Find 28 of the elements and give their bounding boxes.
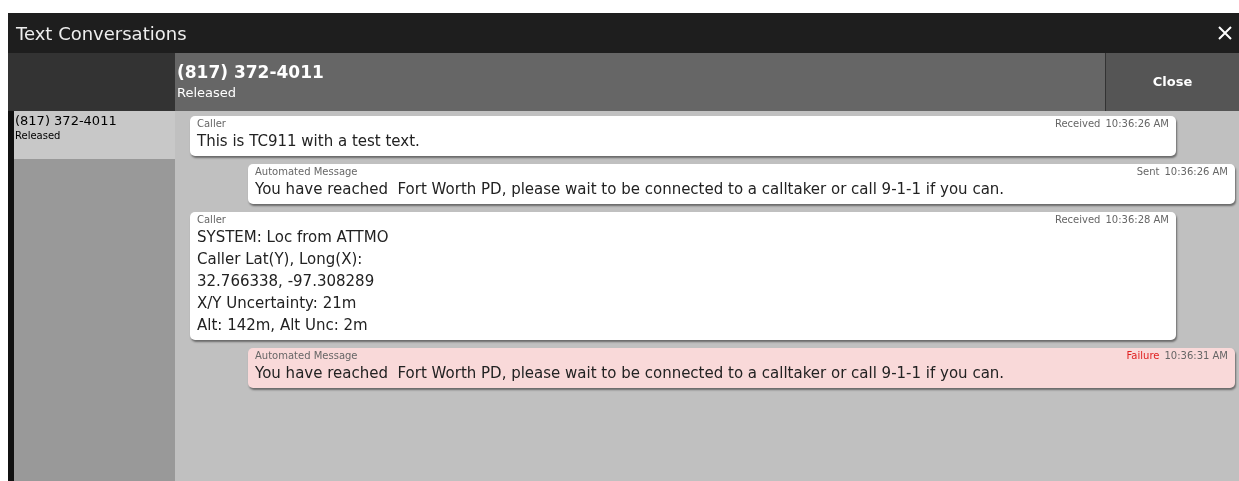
- status-label: Sent: [1136, 165, 1160, 179]
- sender-label: Caller: [197, 213, 226, 227]
- status-label: Received: [1054, 213, 1101, 227]
- close-button[interactable]: Close: [1105, 53, 1239, 111]
- sender-label: Automated Message: [255, 349, 358, 363]
- timestamp: 10:36:31 AM: [1164, 349, 1228, 363]
- sender-label: Caller: [197, 117, 226, 131]
- call-status: Released: [15, 129, 62, 142]
- message-text: Caller Lat(Y), Long(X):: [197, 249, 364, 270]
- timestamp: 10:36:26 AM: [1105, 117, 1169, 131]
- close-icon[interactable]: [1217, 25, 1233, 41]
- message-text: SYSTEM: Loc from ATTMO: [197, 227, 390, 248]
- message-text: X/Y Uncertainty: 21m: [197, 293, 358, 314]
- status-label: Received: [1054, 117, 1101, 131]
- phone-number: (817) 372-4011: [15, 113, 118, 129]
- conversation-item[interactable]: (817) 372-4011 Released: [14, 111, 175, 159]
- message-text: Alt: 142m, Alt Unc: 2m: [197, 315, 369, 336]
- status-label: Failure: [1126, 349, 1160, 363]
- message-text: This is TC911 with a test text.: [197, 131, 421, 152]
- sender-label: Automated Message: [255, 165, 358, 179]
- timestamp: 10:36:26 AM: [1164, 165, 1228, 179]
- message-text: You have reached Fort Worth PD, please wait to be connected to a calltaker or call 9-1-1 if you can.: [255, 179, 1006, 200]
- timestamp: 10:36:28 AM: [1105, 213, 1169, 227]
- message-text: 32.766338, -97.308289: [197, 271, 376, 292]
- phone-number: (817) 372-4011: [177, 61, 325, 83]
- window-title: Text Conversations: [16, 21, 187, 46]
- message-text: You have reached Fort Worth PD, please wait to be connected to a calltaker or call 9-1-1 if you can.: [255, 363, 1006, 384]
- call-status: Released: [177, 84, 238, 102]
